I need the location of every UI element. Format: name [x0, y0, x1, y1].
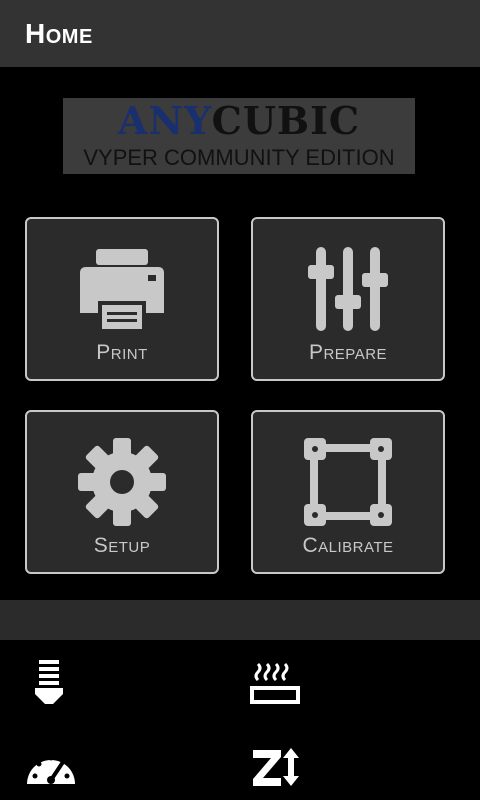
print-label: Print [96, 341, 148, 364]
speed-gauge-icon [27, 755, 75, 784]
prepare-label: Prepare [308, 341, 388, 364]
logo-brand-part2: CUBIC [211, 98, 361, 143]
page-title: Home [25, 18, 93, 49]
calibrate-button[interactable]: Calibrate [251, 410, 445, 574]
sliders-icon [308, 247, 388, 331]
status-bar [0, 600, 480, 640]
logo-brand: ANYCUBIC [63, 98, 415, 143]
logo-brand-part1: ANY [117, 98, 212, 143]
calibrate-frame-icon [304, 438, 392, 526]
heated-bed-icon [250, 662, 300, 704]
logo-subtitle: VYPER COMMUNITY EDITION [83, 145, 395, 170]
prepare-button[interactable]: Prepare [251, 217, 445, 381]
header-bar: Home [0, 0, 480, 67]
nozzle-icon [35, 660, 63, 704]
setup-label: Setup [93, 534, 151, 557]
printer-icon [80, 249, 164, 329]
gear-icon [78, 438, 166, 526]
print-button[interactable]: Print [25, 217, 219, 381]
anycubic-logo: ANYCUBIC VYPER COMMUNITY EDITION [63, 98, 415, 174]
z-axis-icon [253, 748, 299, 786]
calibrate-label: Calibrate [302, 534, 394, 557]
setup-button[interactable]: Setup [25, 410, 219, 574]
